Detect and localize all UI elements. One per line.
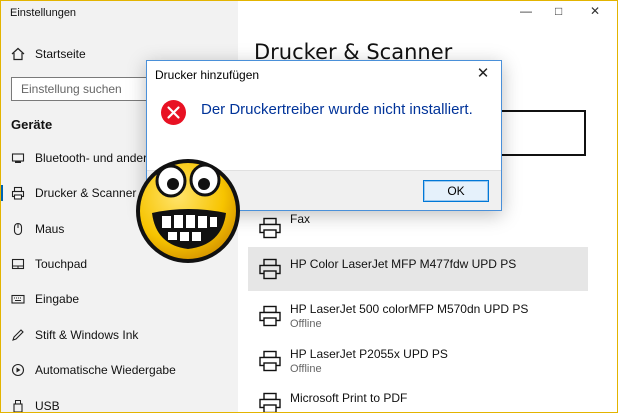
printer-icon bbox=[258, 349, 282, 373]
pdf-printer-icon bbox=[258, 391, 282, 413]
sidebar-item-label: Touchpad bbox=[35, 257, 88, 271]
sidebar-item-label: Startseite bbox=[35, 47, 86, 61]
printer-name: Microsoft Print to PDF bbox=[290, 391, 408, 405]
sidebar-item-label: USB bbox=[35, 399, 60, 413]
printer-icon bbox=[258, 257, 282, 281]
close-window-button[interactable]: ✕ bbox=[590, 4, 600, 18]
printer-item[interactable]: HP LaserJet P2055x UPD PS Offline bbox=[248, 339, 588, 383]
touchpad-icon bbox=[11, 257, 25, 271]
ok-button[interactable]: OK bbox=[423, 180, 489, 202]
pen-icon bbox=[11, 328, 25, 342]
sidebar-item-input[interactable]: Eingabe bbox=[0, 284, 238, 314]
usb-icon bbox=[11, 399, 25, 413]
sidebar-item-label: Maus bbox=[35, 222, 65, 236]
printer-item[interactable]: HP LaserJet 500 colorMFP M570dn UPD PS O… bbox=[248, 294, 588, 338]
printer-icon bbox=[11, 186, 25, 200]
printer-name: HP LaserJet P2055x UPD PS bbox=[290, 347, 448, 361]
printer-item[interactable]: Fax bbox=[248, 206, 588, 250]
sidebar-item-usb[interactable]: USB bbox=[0, 391, 238, 413]
error-message: Der Druckertreiber wurde nicht installie… bbox=[201, 101, 473, 118]
keyboard-icon bbox=[11, 292, 25, 306]
sidebar-item-label: Stift & Windows Ink bbox=[35, 328, 139, 342]
bluetooth-devices-icon bbox=[11, 151, 25, 165]
app-title: Einstellungen bbox=[10, 7, 77, 19]
maximize-button[interactable]: □ bbox=[555, 4, 562, 18]
printer-icon bbox=[258, 216, 282, 240]
home-icon bbox=[11, 47, 25, 61]
printer-name: HP LaserJet 500 colorMFP M570dn UPD PS bbox=[290, 302, 529, 316]
printer-name: HP Color LaserJet MFP M477fdw UPD PS bbox=[290, 257, 517, 271]
sidebar-item-label: Drucker & Scanner bbox=[35, 186, 137, 200]
printer-item[interactable]: HP Color LaserJet MFP M477fdw UPD PS bbox=[248, 247, 588, 291]
printer-status: Offline bbox=[290, 318, 322, 330]
sidebar-item-label: Automatische Wiedergabe bbox=[35, 363, 176, 377]
printer-name: Fax bbox=[290, 212, 311, 226]
printer-icon bbox=[258, 304, 282, 328]
section-heading: Geräte bbox=[11, 117, 53, 132]
mouse-icon bbox=[11, 222, 25, 236]
dialog-title: Drucker hinzufügen bbox=[155, 68, 260, 82]
printer-item[interactable]: Microsoft Print to PDF bbox=[248, 383, 588, 413]
search-placeholder: Einstellung suchen bbox=[21, 82, 122, 96]
minimize-button[interactable]: — bbox=[520, 4, 532, 18]
selection-indicator bbox=[0, 185, 3, 201]
sidebar-item-label: Eingabe bbox=[35, 292, 80, 306]
autoplay-icon bbox=[11, 363, 25, 377]
error-icon bbox=[160, 99, 187, 126]
grinning-smiley-icon bbox=[134, 153, 242, 265]
sidebar-item-autoplay[interactable]: Automatische Wiedergabe bbox=[0, 355, 238, 385]
dialog-close-button[interactable]: ✕ bbox=[473, 64, 493, 84]
printer-status: Offline bbox=[290, 363, 322, 375]
sidebar-item-pen[interactable]: Stift & Windows Ink bbox=[0, 320, 238, 350]
